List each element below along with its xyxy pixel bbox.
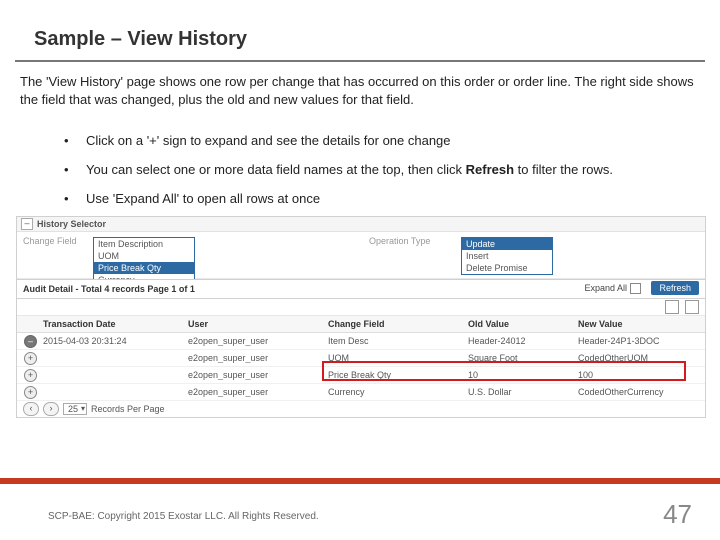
col-old-value[interactable]: Old Value [464, 319, 574, 329]
cell: e2open_super_user [184, 370, 324, 380]
export-icon[interactable] [665, 300, 679, 314]
cell: Price Break Qty [324, 370, 464, 380]
audit-table-header: Transaction Date User Change Field Old V… [17, 316, 705, 333]
page-size-label: Records Per Page [91, 404, 165, 414]
select-option[interactable]: UOM [94, 250, 194, 262]
col-new-value[interactable]: New Value [574, 319, 705, 329]
change-field-label: Change Field [23, 236, 81, 246]
cell: e2open_super_user [184, 336, 324, 346]
bullet-item: You can select one or more data field na… [64, 162, 704, 177]
cell: UOM [324, 353, 464, 363]
history-selector-title: History Selector [37, 219, 106, 229]
cell: 2015-04-03 20:31:24 [39, 336, 184, 346]
cell: e2open_super_user [184, 353, 324, 363]
cell: Header-24012 [464, 336, 574, 346]
page-title: Sample – View History [34, 28, 247, 51]
bullet-bold: Refresh [466, 162, 514, 177]
intro-text: The 'View History' page shows one row pe… [20, 73, 704, 108]
bullet-list: Click on a '+' sign to expand and see th… [20, 133, 704, 220]
select-option[interactable]: Item Description [94, 238, 194, 250]
collapse-button[interactable]: – [21, 218, 33, 230]
pager: ‹ › 25 Records Per Page [17, 401, 171, 417]
page-number: 47 [663, 499, 692, 530]
cell: CodedOtherUOM [574, 353, 705, 363]
col-user[interactable]: User [184, 319, 324, 329]
cell: U.S. Dollar [464, 387, 574, 397]
cell: Square Foot [464, 353, 574, 363]
refresh-button[interactable]: Refresh [651, 281, 699, 295]
expand-row-icon[interactable]: + [24, 369, 37, 382]
select-option[interactable]: Insert [462, 250, 552, 262]
title-divider [15, 60, 705, 62]
footer-copyright: SCP-BAE: Copyright 2015 Exostar LLC. All… [48, 511, 319, 522]
select-option-selected[interactable]: Update [462, 238, 552, 250]
expand-row-icon[interactable]: + [24, 386, 37, 399]
cell: Currency [324, 387, 464, 397]
table-row: + e2open_super_user UOM Square Foot Code… [17, 350, 705, 367]
cell: 10 [464, 370, 574, 380]
bullet-text: You can select one or more data field na… [86, 162, 466, 177]
bullet-text: to filter the rows. [514, 162, 613, 177]
edit-icon[interactable] [685, 300, 699, 314]
footer-accent-bar [0, 478, 720, 484]
bullet-item: Click on a '+' sign to expand and see th… [64, 133, 704, 148]
col-transaction-date[interactable]: Transaction Date [39, 319, 184, 329]
cell: CodedOtherCurrency [574, 387, 705, 397]
select-option-selected[interactable]: Price Break Qty [94, 262, 194, 274]
table-row: – 2015-04-03 20:31:24 e2open_super_user … [17, 333, 705, 350]
table-row: + e2open_super_user Currency U.S. Dollar… [17, 384, 705, 401]
expand-all-button[interactable]: Expand All [584, 283, 641, 294]
col-change-field[interactable]: Change Field [324, 319, 464, 329]
next-page-button[interactable]: › [43, 402, 59, 416]
history-selector-bar: – History Selector [17, 217, 705, 232]
operation-type-select[interactable]: Update Insert Delete Promise [461, 237, 553, 275]
cell: e2open_super_user [184, 387, 324, 397]
page-size-select[interactable]: 25 [63, 403, 87, 415]
collapse-row-icon[interactable]: – [24, 335, 37, 348]
cell: Header-24P1-3DOC [574, 336, 705, 346]
table-row: + e2open_super_user Price Break Qty 10 1… [17, 367, 705, 384]
history-screenshot: – History Selector Change Field Item Des… [16, 216, 706, 418]
prev-page-button[interactable]: ‹ [23, 402, 39, 416]
select-option[interactable]: Delete Promise [462, 262, 552, 274]
operation-type-label: Operation Type [369, 236, 449, 246]
bullet-item: Use 'Expand All' to open all rows at onc… [64, 191, 704, 206]
cell: 100 [574, 370, 705, 380]
cell: Item Desc [324, 336, 464, 346]
expand-row-icon[interactable]: + [24, 352, 37, 365]
audit-detail-title: Audit Detail - Total 4 records Page 1 of… [23, 284, 195, 294]
